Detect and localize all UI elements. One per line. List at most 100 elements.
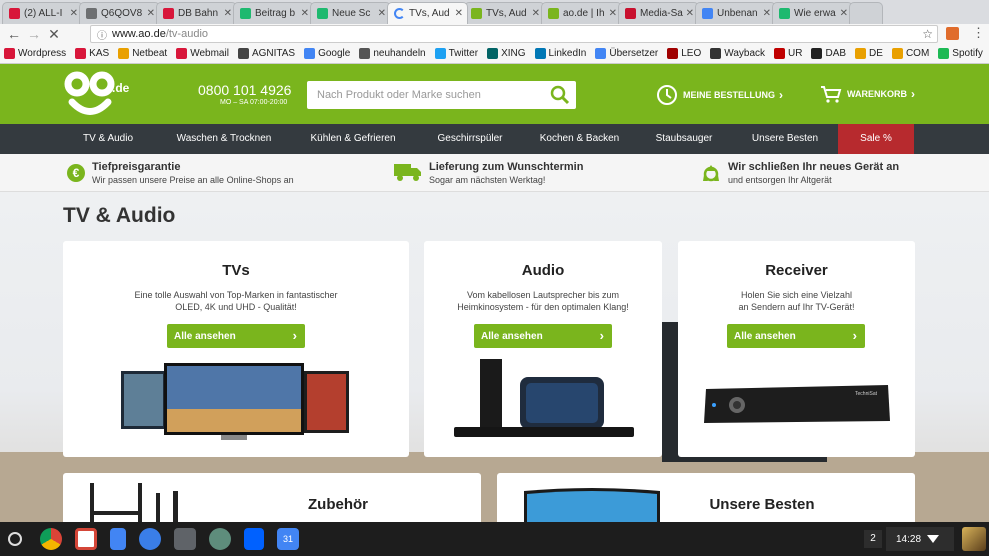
browser-tab[interactable]: ao.de | Ih ✕ [541, 2, 622, 24]
view-all-button[interactable]: Alle ansehen › [474, 324, 612, 348]
bookmark-item[interactable]: AGNITAS [237, 48, 295, 59]
view-all-button[interactable]: Alle ansehen › [167, 324, 305, 348]
nav-cooking[interactable]: Kochen & Backen [523, 124, 636, 154]
chrome-icon[interactable] [40, 528, 62, 550]
nav-dishwasher[interactable]: Geschirrspüler [417, 124, 523, 154]
card-description: Holen Sie sich eine Vielzahl an Sendern a… [738, 290, 855, 312]
forward-arrow-icon[interactable]: → [24, 26, 44, 42]
view-all-button[interactable]: Alle ansehen › [727, 324, 865, 348]
bookmark-item[interactable]: LEO [667, 48, 701, 59]
category-card-tvs[interactable]: TVs Eine tolle Auswahl von Top-Marken in… [63, 241, 409, 457]
browser-tab[interactable]: Beitrag b ✕ [233, 2, 314, 24]
menu-dots-icon[interactable]: ⋮ [972, 25, 985, 41]
address-bar[interactable]: ⓘ www.ao.de/tv-audio ☆ [90, 25, 938, 43]
browser-tab[interactable]: Q6QOV8 ✕ [79, 2, 160, 24]
nav-best[interactable]: Unsere Besten [732, 124, 838, 154]
category-card-best[interactable]: Unsere Besten [497, 473, 915, 522]
bookmark-favicon-icon [774, 48, 786, 59]
bookmark-item[interactable]: XING [487, 48, 526, 59]
page-title: TV & Audio [63, 204, 176, 227]
launcher-icon[interactable] [8, 532, 22, 546]
calculator-icon[interactable] [174, 528, 196, 550]
close-tab-icon[interactable]: ✕ [378, 8, 386, 19]
cart-link[interactable]: WARENKORB › [820, 84, 915, 104]
my-order-link[interactable]: MEINE BESTELLUNG › [656, 84, 783, 106]
bookmark-item[interactable]: DAB [811, 48, 846, 59]
close-tab-icon[interactable]: ✕ [224, 8, 232, 19]
bookmark-item[interactable]: DE [855, 48, 883, 59]
extension-icon[interactable] [946, 27, 959, 40]
docs-icon[interactable] [110, 528, 126, 550]
card-description: Vom kabellosen Lautsprecher bis zum Heimk… [457, 290, 629, 312]
category-card-receiver[interactable]: Receiver Holen Sie sich eine Vielzahl an … [678, 241, 915, 457]
bookmark-item[interactable]: Wordpress [4, 48, 66, 59]
close-tab-icon[interactable]: ✕ [301, 8, 309, 19]
files-icon[interactable] [139, 528, 161, 550]
stop-loading-icon[interactable]: ✕ [44, 26, 64, 43]
browser-tab[interactable]: Unbenan ✕ [695, 2, 776, 24]
dropbox-icon[interactable] [244, 528, 264, 550]
card-description: Eine tolle Auswahl von Top-Marken in fan… [134, 290, 338, 312]
bookmark-item[interactable]: Wayback [710, 48, 765, 59]
card-title: TVs [222, 262, 250, 279]
search-icon[interactable] [550, 85, 570, 105]
wall-mount-image [90, 483, 178, 522]
favicon-icon [779, 8, 790, 19]
info-icon[interactable]: ⓘ [97, 27, 107, 42]
bookmark-item[interactable]: COM [891, 48, 929, 59]
chevron-right-icon: › [599, 328, 604, 343]
gmail-icon[interactable] [75, 528, 97, 550]
browser-tab[interactable]: DB Bahn ✕ [156, 2, 237, 24]
close-tab-icon[interactable]: ✕ [763, 8, 771, 19]
bookmark-item[interactable]: Twitter [434, 48, 478, 59]
bookmark-item[interactable]: UR [774, 48, 802, 59]
category-card-audio[interactable]: Audio Vom kabellosen Lautsprecher bis zu… [424, 241, 662, 457]
svg-text:TechniSat: TechniSat [855, 391, 878, 397]
clock-time: 14:28 [896, 533, 922, 545]
calendar-icon[interactable]: 31 [277, 528, 299, 550]
nav-washing[interactable]: Waschen & Trocknen [159, 124, 289, 154]
usp-install: Wir schließen Ihr neues Gerät an und ents… [701, 161, 899, 185]
close-tab-icon[interactable]: ✕ [147, 8, 155, 19]
bookmark-item[interactable]: Webmail [176, 48, 229, 59]
play-icon[interactable] [209, 528, 231, 550]
loading-spinner-icon [394, 8, 405, 19]
chevron-right-icon: › [911, 87, 915, 101]
back-arrow-icon[interactable]: ← [4, 26, 24, 42]
category-card-accessories[interactable]: Zubehör [63, 473, 481, 522]
new-tab-button[interactable] [849, 2, 883, 24]
browser-tab[interactable]: Media-Sa ✕ [618, 2, 699, 24]
close-tab-icon[interactable]: ✕ [532, 8, 540, 19]
browser-tab[interactable]: Neue Sc ✕ [310, 2, 391, 24]
browser-tab[interactable]: Wie erwa ✕ [772, 2, 853, 24]
nav-sale[interactable]: Sale % [838, 124, 914, 154]
search-input[interactable]: Nach Produkt oder Marke suchen [307, 81, 576, 109]
bookmark-item[interactable]: Spotify [938, 48, 983, 59]
svg-text:.de: .de [112, 81, 130, 95]
browser-tab-active[interactable]: TVs, Aud ✕ [387, 2, 468, 24]
clock-icon [657, 85, 677, 105]
window-count-badge[interactable]: 2 [864, 530, 882, 548]
nav-cooling[interactable]: Kühlen & Gefrieren [289, 124, 417, 154]
bookmark-item[interactable]: Netbeat [118, 48, 167, 59]
bookmark-item[interactable]: Übersetzer [595, 48, 658, 59]
close-tab-icon[interactable]: ✕ [609, 8, 617, 19]
close-tab-icon[interactable]: ✕ [455, 8, 463, 19]
status-area[interactable]: 14:28 [886, 527, 954, 551]
bookmark-item[interactable]: LinkedIn [534, 48, 586, 59]
chevron-right-icon: › [292, 328, 297, 343]
close-tab-icon[interactable]: ✕ [840, 8, 848, 19]
nav-tv-audio[interactable]: TV & Audio [57, 124, 159, 154]
bookmark-favicon-icon [4, 48, 15, 59]
bookmark-item[interactable]: neuhandeln [359, 48, 426, 59]
close-tab-icon[interactable]: ✕ [70, 8, 78, 19]
browser-tab[interactable]: (2) ALL-I ✕ [2, 2, 83, 24]
bookmark-star-icon[interactable]: ☆ [922, 27, 933, 41]
close-tab-icon[interactable]: ✕ [686, 8, 694, 19]
browser-tab[interactable]: TVs, Aud ✕ [464, 2, 545, 24]
nav-vacuum[interactable]: Staubsauger [636, 124, 732, 154]
bookmark-item[interactable]: Google [304, 48, 350, 59]
user-avatar[interactable] [962, 527, 986, 551]
ao-logo[interactable]: .de [64, 69, 134, 119]
bookmark-item[interactable]: KAS [75, 48, 109, 59]
